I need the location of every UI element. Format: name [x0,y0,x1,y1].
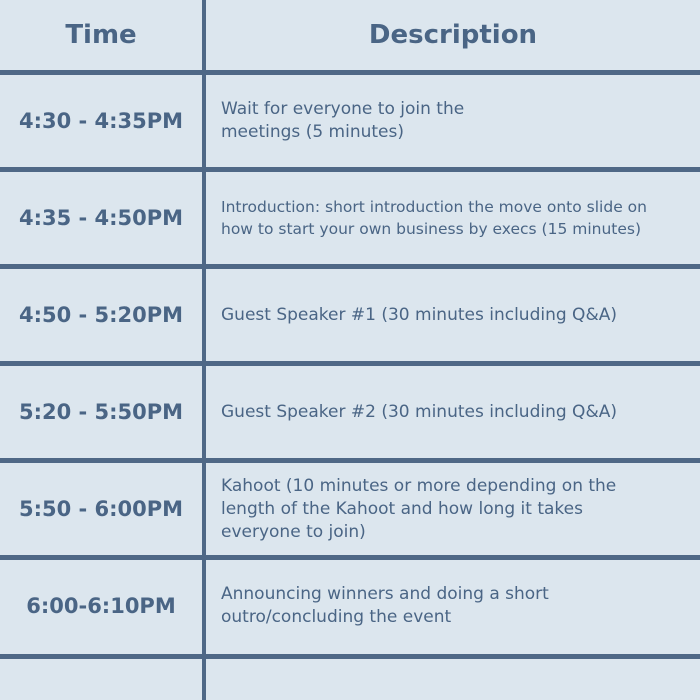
table-row-description: Kahoot (10 minutes or more depending on … [206,463,700,555]
row-divider [0,361,700,366]
table-row-description: Wait for everyone to join the meetings (… [206,75,700,167]
description-line: everyone to join) [221,521,366,542]
description-line: Introduction: short introduction the mov… [221,198,647,216]
description-column-header: Description [206,0,700,70]
time-slot: 4:50 - 5:20PM [18,303,184,327]
table-row-time: 5:50 - 6:00PM [0,463,202,555]
row-divider [0,70,700,75]
description-text: Introduction: short introduction the mov… [221,196,647,240]
time-slot: 4:35 - 4:50PM [18,206,184,230]
table-row-description: Introduction: short introduction the mov… [206,172,700,264]
table-row-description: Announcing winners and doing a short out… [206,560,700,652]
row-divider [0,654,700,659]
table-row-time-empty [0,659,202,700]
time-header-label: Time [65,20,137,50]
description-line: length of the Kahoot and how long it tak… [221,498,583,519]
table-row-time: 5:20 - 5:50PM [0,366,202,458]
table-row-description: Guest Speaker #2 (30 minutes including Q… [206,366,700,458]
row-divider [0,458,700,463]
description-line: Guest Speaker #1 (30 minutes including Q… [221,304,617,325]
table-row-description-empty [206,659,700,700]
time-column-header: Time [0,0,202,70]
description-line: how to start your own business by execs … [221,220,642,238]
description-text: Guest Speaker #2 (30 minutes including Q… [221,401,617,424]
description-line: Guest Speaker #2 (30 minutes including Q… [221,401,617,422]
row-divider [0,167,700,172]
description-text: Kahoot (10 minutes or more depending on … [221,475,616,544]
row-divider [0,264,700,269]
description-text: Wait for everyone to join the meetings (… [221,98,464,144]
table-row-description: Guest Speaker #1 (30 minutes including Q… [206,269,700,361]
description-header-label: Description [368,20,538,50]
time-slot: 5:50 - 6:00PM [18,497,184,521]
description-line: meetings (5 minutes) [221,122,404,142]
schedule-table: Time Description 4:30 - 4:35PM Wait for … [0,0,700,700]
time-slot: 5:20 - 5:50PM [18,400,184,424]
description-text: Guest Speaker #1 (30 minutes including Q… [221,304,617,327]
table-row-time: 4:50 - 5:20PM [0,269,202,361]
description-line: Wait for everyone to join the [221,99,465,119]
table-row-time: 4:35 - 4:50PM [0,172,202,264]
table-row-time: 6:00-6:10PM [0,560,202,652]
row-divider [0,555,700,560]
time-slot: 4:30 - 4:35PM [18,109,184,133]
column-divider [202,0,206,700]
description-line: Announcing winners and doing a short [221,584,549,604]
description-line: outro/concluding the event [221,607,452,627]
description-text: Announcing winners and doing a short out… [221,583,549,629]
table-row-time: 4:30 - 4:35PM [0,75,202,167]
time-slot: 6:00-6:10PM [26,594,176,618]
description-line: Kahoot (10 minutes or more depending on … [221,475,617,496]
